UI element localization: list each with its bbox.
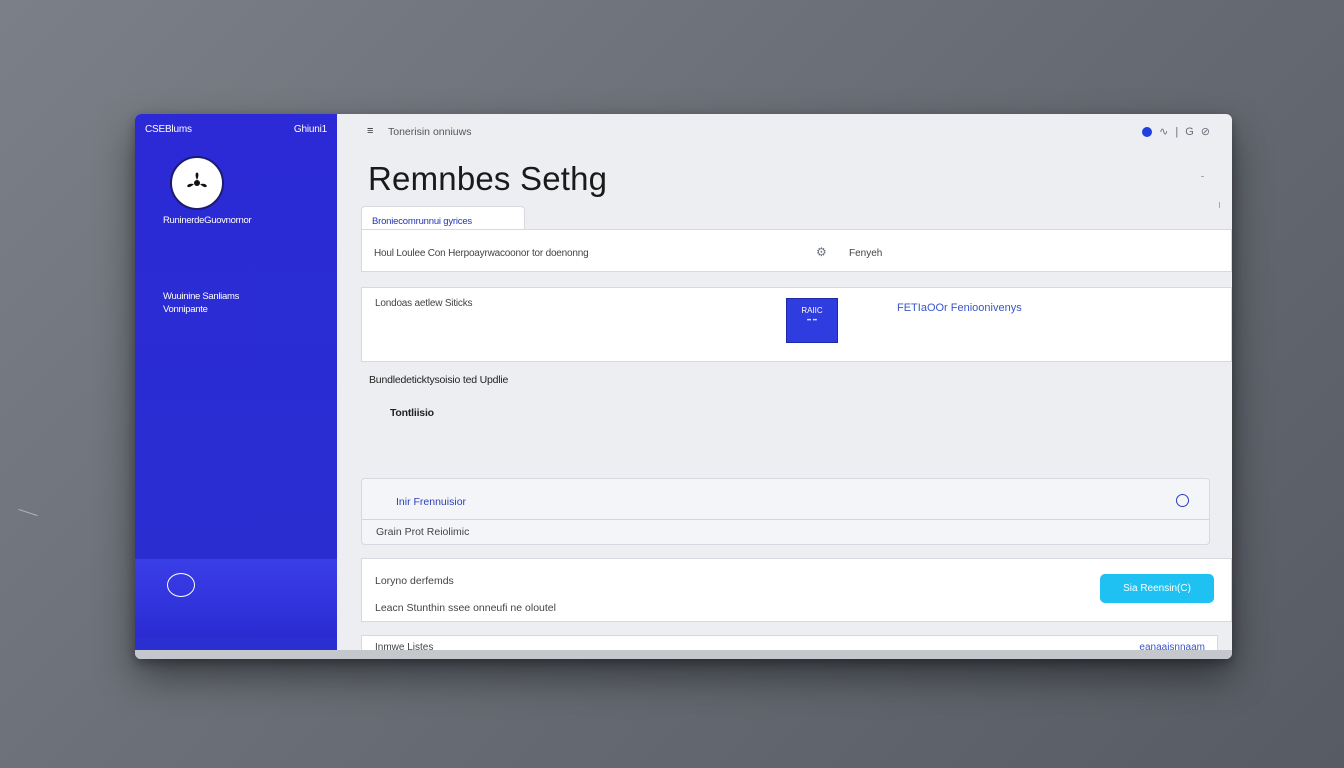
propeller-icon [187, 172, 207, 188]
status-dot-icon[interactable] [1142, 126, 1153, 137]
organization-name: RuninerdeGuovnornor [163, 215, 252, 226]
page-title: Remnbes Sethg [368, 160, 608, 197]
badge-label: RAIIC [801, 306, 823, 315]
chevron-icon[interactable]: ∿ [1159, 125, 1168, 138]
card-description: Leacn Stunthin ssee onneufi ne oloutel [375, 602, 556, 614]
settings-card: Londoas aetlew Siticks RAIIC •• •• FETIа… [361, 287, 1232, 362]
menu-icon[interactable]: ≡ [367, 125, 373, 137]
card-subtitle: Grain Prot Reiolimic [376, 526, 470, 538]
sidebar-nav: Wuuinine Sanliams Vonnipante [163, 290, 239, 316]
decoration [1219, 202, 1220, 208]
logo-icon[interactable] [170, 156, 224, 210]
primary-action-button[interactable]: Sia Reensin(C) [1100, 574, 1214, 603]
sidebar-item[interactable]: Wuuinine Sanliams [163, 290, 239, 303]
action-card: Loryno derfemds Leacn Stunthin ssee onne… [361, 558, 1232, 622]
decoration [1201, 176, 1204, 177]
expandable-card[interactable]: Inir Frennuisior Grain Prot Reiolimic [361, 478, 1210, 545]
row-description: Houl Loulee Con Herpoayrwacoonor tor doe… [374, 248, 589, 259]
section-label: Bundledeticktysoisio ted Updlie [369, 374, 509, 386]
user-icon[interactable]: ⊘ [1201, 125, 1210, 138]
sidebar-item[interactable]: Vonnipante [163, 303, 239, 316]
topbar-icons: ∿ | G ⊘ [1142, 125, 1210, 138]
main-content: ≡ Tonerisin onniuws ∿ | G ⊘ Remnbes Seth… [337, 114, 1232, 655]
window-bottom-edge [135, 650, 1232, 659]
card-link[interactable]: FETIаOOr Fenioonivenys [897, 302, 1022, 314]
section-sublabel: Tontliisio [390, 407, 434, 419]
card-label: Londoas aetlew Siticks [375, 298, 473, 309]
sidebar-footer [135, 559, 337, 637]
row-value: Fenyeh [849, 248, 883, 259]
card-title: Inir Frennuisior [396, 496, 467, 508]
radio-icon[interactable] [1176, 494, 1189, 507]
tab-label: Broniecomrunnui gyrices [372, 216, 472, 227]
app-window: CSEBlums Ghiuni1 RuninerdeGuovnornor Wuu… [135, 114, 1232, 659]
help-icon[interactable]: G [1185, 126, 1194, 138]
topbar-title: Tonerisin onniuws [388, 126, 472, 138]
sidebar: CSEBlums Ghiuni1 RuninerdeGuovnornor Wuu… [135, 114, 337, 650]
toggle-circle-icon[interactable] [167, 573, 195, 597]
badge-button[interactable]: RAIIC •• •• [786, 298, 838, 343]
badge-sub: •• •• [806, 318, 818, 324]
card-title: Loryno derfemds [375, 575, 454, 587]
sidebar-brand[interactable]: CSEBlums [145, 124, 192, 135]
sidebar-header: CSEBlums Ghiuni1 [145, 124, 327, 135]
help-icon[interactable]: | [1175, 126, 1178, 138]
sidebar-account[interactable]: Ghiuni1 [294, 124, 327, 135]
divider [362, 519, 1209, 520]
topbar: ≡ Tonerisin onniuws ∿ | G ⊘ [337, 114, 1232, 148]
settings-row[interactable]: Houl Loulee Con Herpoayrwacoonor tor doe… [361, 229, 1232, 272]
background-streak [18, 508, 38, 517]
settings-icon[interactable]: ⚙ [816, 245, 827, 259]
